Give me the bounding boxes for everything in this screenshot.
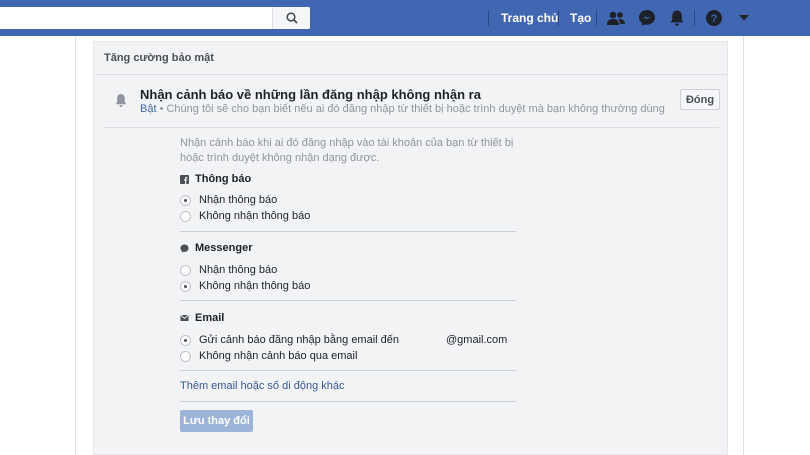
save-changes-button[interactable]: Lưu thay đổi [180,410,253,432]
envelope-icon [180,314,189,323]
radio-label: Không nhận thông báo [199,280,311,292]
nav-home-link[interactable]: Trang chủ [501,11,558,25]
email-option-send[interactable]: Gửi cảnh báo đăng nhập bằng email đến [180,334,399,346]
nav-separator [488,10,489,26]
radio-button[interactable] [180,334,191,346]
notifications-option-receive[interactable]: Nhận thông báo [180,194,277,206]
email-option-decline[interactable]: Không nhận cảnh báo qua email [180,350,357,362]
intro-text: Nhận cảnh báo khi ai đó đăng nhập vào tà… [180,137,514,164]
friend-requests-button[interactable] [605,7,627,29]
help-button[interactable]: ? [703,7,725,29]
nav-separator [558,10,559,26]
content-frame-right-border [743,36,744,455]
messenger-button[interactable] [636,7,658,29]
radio-label: Không nhận cảnh báo qua email [199,350,358,362]
top-navigation-bar: Trang chủ Tạo ? [0,0,810,36]
section-divider [180,300,516,301]
messenger-option-receive[interactable]: Nhận thông báo [180,264,277,276]
notifications-section-title: Thông báo [195,173,252,185]
help-icon: ? [706,10,722,26]
radio-label: Nhận thông báo [199,194,278,206]
content-frame-left-border [75,36,76,455]
notifications-button[interactable] [666,7,688,29]
svg-text:?: ? [711,13,718,25]
search-button[interactable] [272,7,310,29]
search-icon [285,12,298,24]
friends-icon [607,11,625,25]
panel-divider [94,74,727,75]
panel-title: Tăng cường bảo mật [104,52,214,64]
setting-description-text: • Chúng tôi sẽ cho bạn biết nếu ai đó đă… [156,103,665,115]
radio-label: Gửi cảnh báo đăng nhập bằng email đến [199,334,400,346]
messenger-icon [180,244,189,253]
radio-label: Không nhận thông báo [199,210,311,222]
radio-button[interactable] [180,210,191,222]
messenger-icon [639,10,655,26]
nav-separator [596,10,597,26]
add-email-or-phone-link[interactable]: Thêm email hoặc số di động khác [180,380,344,392]
messenger-option-decline[interactable]: Không nhận thông báo [180,280,310,292]
close-button[interactable]: Đóng [680,89,720,110]
caret-down-icon [739,15,749,21]
email-address: @gmail.com [446,334,508,346]
section-divider [180,231,516,232]
setting-status: Bật [140,103,157,115]
radio-button[interactable] [180,350,191,362]
setting-description: Bật • Chúng tôi sẽ cho bạn biết nếu ai đ… [140,103,665,115]
notifications-section-header: Thông báo [180,173,251,185]
section-divider [180,370,516,371]
security-settings-panel: Tăng cường bảo mật Nhận cảnh báo về nhữn… [93,41,728,455]
setting-divider [104,127,719,128]
email-section-title: Email [195,312,225,324]
radio-button[interactable] [180,194,191,206]
section-divider [180,401,516,402]
radio-button[interactable] [180,264,191,276]
radio-button[interactable] [180,280,191,292]
messenger-section-header: Messenger [180,242,252,254]
bell-icon [670,10,684,26]
account-menu-button[interactable] [733,7,755,29]
alert-bell-icon [114,93,128,113]
nav-create-link[interactable]: Tạo [570,11,591,25]
nav-separator [694,10,695,26]
messenger-section-title: Messenger [195,242,253,254]
facebook-icon [180,174,189,184]
search-input[interactable] [0,7,310,29]
email-section-header: Email [180,312,224,324]
radio-label: Nhận thông báo [199,264,278,276]
notifications-option-decline[interactable]: Không nhận thông báo [180,210,310,222]
setting-title: Nhận cảnh báo về những lần đăng nhập khô… [140,87,481,102]
